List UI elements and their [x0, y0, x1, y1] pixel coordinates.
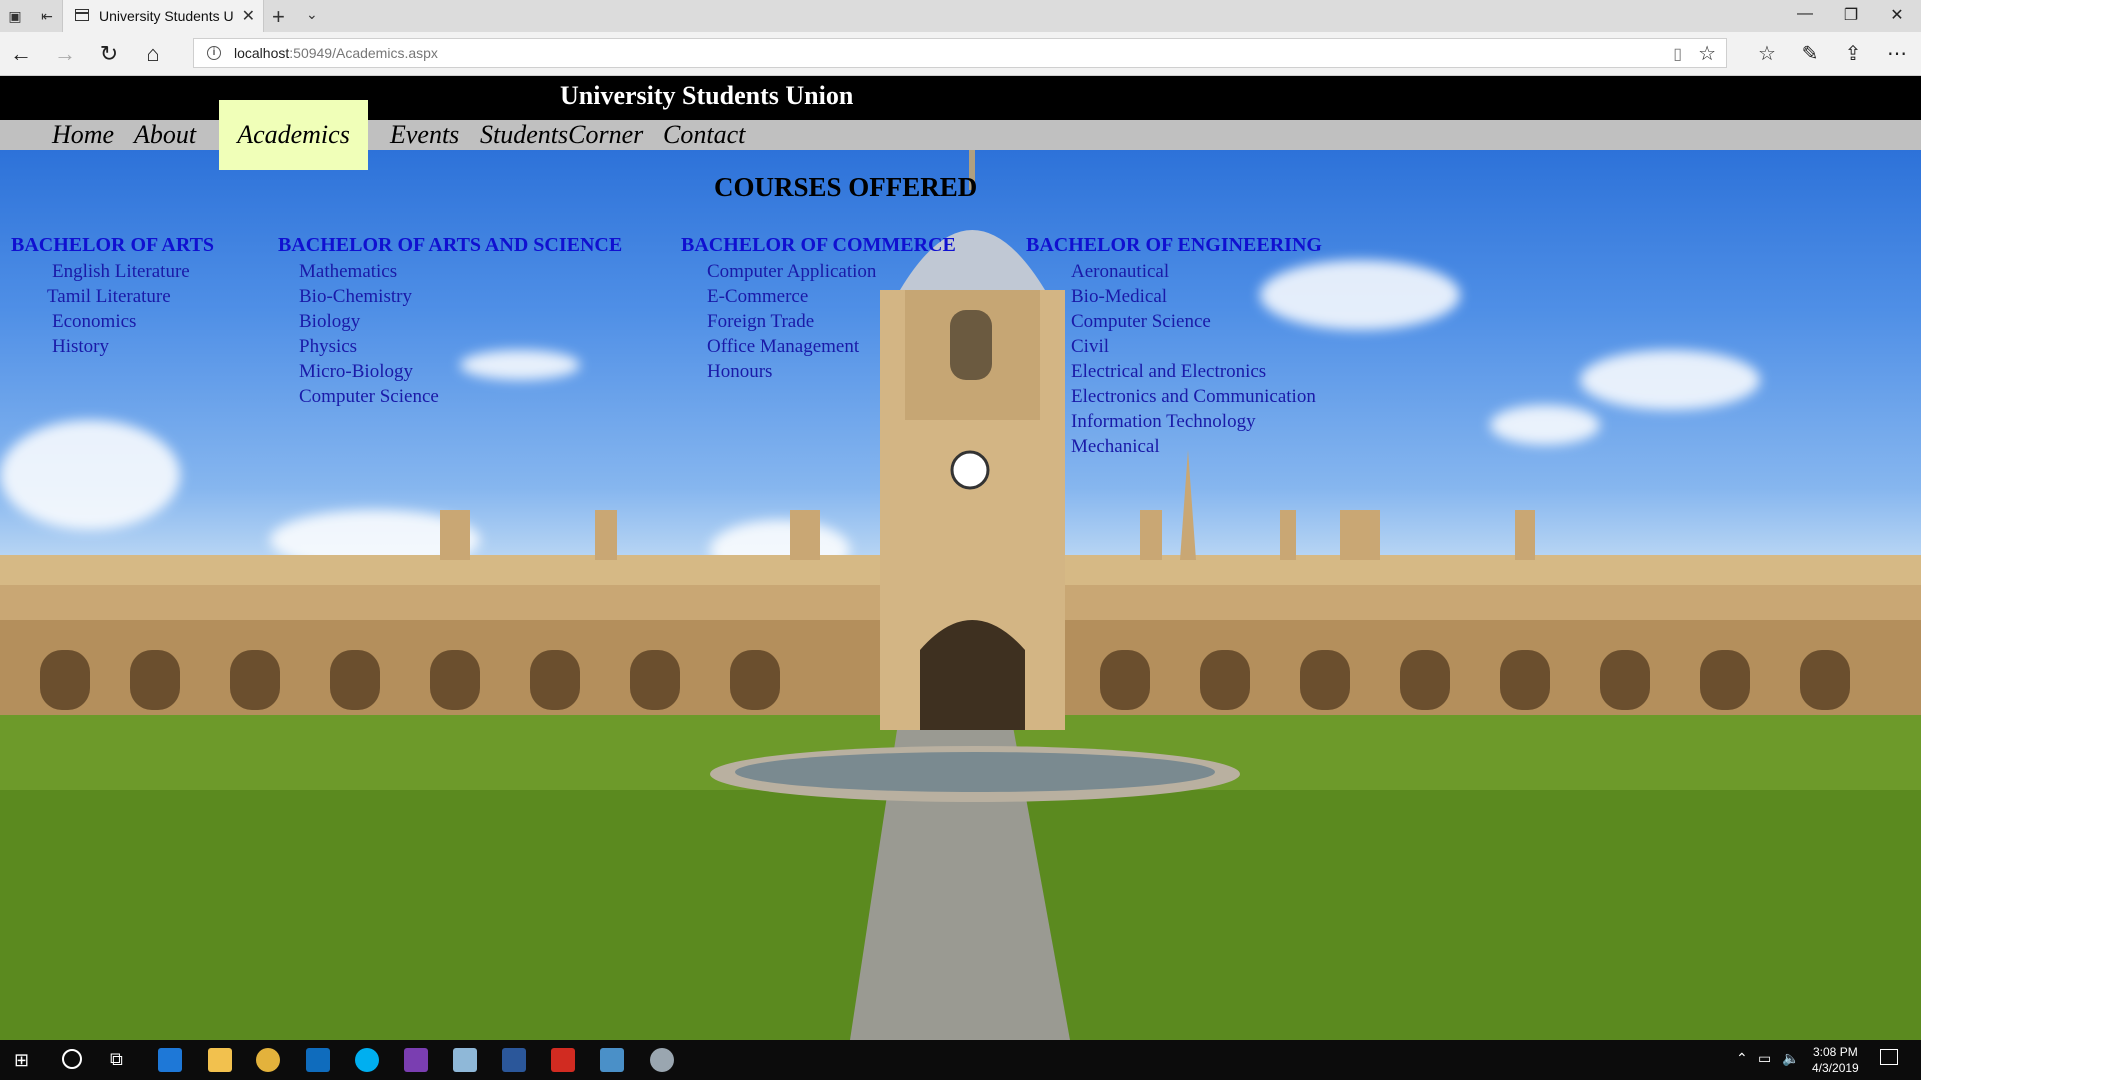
- page-icon: [75, 9, 89, 21]
- course-list-commerce: Computer Application E-Commerce Foreign …: [707, 259, 876, 384]
- course-item: Bio-Chemistry: [299, 286, 412, 307]
- skype-icon[interactable]: [355, 1048, 379, 1072]
- courses-heading: COURSES OFFERED: [714, 172, 978, 202]
- course-item: Mathematics: [299, 261, 398, 282]
- more-icon[interactable]: ⋯: [1883, 41, 1911, 66]
- course-item: English Literature: [52, 261, 190, 282]
- course-item: Information Technology: [1071, 411, 1256, 432]
- course-item: Electrical and Electronics: [1071, 361, 1267, 382]
- info-icon[interactable]: i: [207, 46, 221, 60]
- back-icon[interactable]: ←: [8, 41, 34, 67]
- forward-icon[interactable]: →: [52, 41, 78, 67]
- favorites-hub-icon[interactable]: ☆: [1753, 41, 1781, 66]
- menu-item-academics[interactable]: Academics: [219, 100, 368, 170]
- course-item: Civil: [1071, 336, 1110, 357]
- browser-titlebar: ▣ ⇤ University Students Union ✕ + ⌄ — ❐ …: [0, 0, 1921, 32]
- new-tab-icon[interactable]: +: [272, 4, 285, 30]
- remote-desktop-icon[interactable]: [600, 1048, 624, 1072]
- web-page: University Students Union Home About Aca…: [0, 76, 1921, 1040]
- cortana-icon[interactable]: [62, 1049, 82, 1069]
- course-item: Computer Application: [707, 261, 877, 282]
- course-item: Computer Science: [1071, 311, 1211, 332]
- close-tab-icon[interactable]: ✕: [242, 6, 255, 26]
- course-item: Computer Science: [299, 386, 439, 407]
- url-text[interactable]: localhost:50949/Academics.aspx: [234, 45, 438, 61]
- windows-start-icon[interactable]: ⊞: [14, 1050, 29, 1071]
- course-item: Office Management: [707, 336, 860, 357]
- menu-item-contact[interactable]: Contact: [663, 120, 745, 150]
- course-item: Physics: [299, 336, 358, 357]
- empty-area: [1921, 0, 2124, 1080]
- course-list-engineering: Aeronautical Bio-Medical Computer Scienc…: [1071, 259, 1316, 459]
- reading-view-icon[interactable]: ▯: [1673, 44, 1682, 64]
- windows-taskbar: ⊞ ⧉ ⌃ ▭ 🔈 3:08 PM 4/3/2019: [0, 1040, 1921, 1080]
- college-background-image: [0, 150, 1921, 1040]
- restore-icon[interactable]: ❐: [1836, 5, 1866, 25]
- course-item: History: [52, 336, 109, 357]
- course-item: Mechanical: [1071, 436, 1160, 457]
- home-icon[interactable]: ⌂: [140, 41, 166, 67]
- edge-icon[interactable]: [158, 1048, 182, 1072]
- degree-title-arts: BACHELOR OF ARTS: [11, 234, 215, 256]
- course-item: Micro-Biology: [299, 361, 413, 382]
- degree-title-arts-science: BACHELOR OF ARTS AND SCIENCE: [278, 234, 623, 256]
- network-icon[interactable]: ▭: [1758, 1050, 1771, 1067]
- fountain-pool: [735, 752, 1215, 792]
- tab-title: University Students Union: [99, 8, 234, 24]
- visual-studio-icon[interactable]: [404, 1048, 428, 1072]
- pen-icon[interactable]: ✎: [1796, 41, 1824, 66]
- degree-title-engineering: BACHELOR OF ENGINEERING: [1026, 234, 1322, 256]
- tower-window: [950, 310, 992, 380]
- app-icon[interactable]: [453, 1048, 477, 1072]
- refresh-icon[interactable]: ↻: [96, 41, 122, 67]
- window-close-icon[interactable]: ✕: [1882, 5, 1912, 25]
- browser-toolbar: ← → ↻ ⌂ i localhost:50949/Academics.aspx…: [0, 32, 1921, 76]
- file-explorer-icon[interactable]: [208, 1048, 232, 1072]
- share-icon[interactable]: ⇪: [1839, 41, 1867, 66]
- app-icon[interactable]: [650, 1048, 674, 1072]
- clock-face: [950, 450, 990, 490]
- course-item: Biology: [299, 311, 361, 332]
- menu-item-studentscorner[interactable]: StudentsCorner: [480, 120, 643, 150]
- site-title: University Students Union: [560, 81, 854, 110]
- gate-arch: [920, 620, 1025, 730]
- set-tabs-aside-icon[interactable]: ⇤: [38, 7, 56, 25]
- spire: [1180, 450, 1196, 560]
- word-icon[interactable]: [502, 1048, 526, 1072]
- minimize-icon[interactable]: —: [1790, 5, 1820, 23]
- tab-actions-icon[interactable]: ▣: [6, 7, 24, 25]
- volume-icon[interactable]: 🔈: [1782, 1050, 1799, 1067]
- course-item: Foreign Trade: [707, 311, 815, 332]
- url-path: :50949/Academics.aspx: [289, 45, 438, 61]
- menu-item-about[interactable]: About: [134, 120, 196, 150]
- favorite-star-icon[interactable]: ☆: [1698, 41, 1716, 66]
- menu-item-events[interactable]: Events: [390, 120, 459, 150]
- course-list-arts-science: Mathematics Bio-Chemistry Biology Physic…: [299, 259, 439, 409]
- college-illustration: [0, 150, 1921, 1040]
- chevron-up-icon[interactable]: ⌃: [1736, 1050, 1748, 1067]
- course-item: Bio-Medical: [1071, 286, 1168, 307]
- course-item: Honours: [707, 361, 773, 382]
- address-bar[interactable]: i localhost:50949/Academics.aspx ▯ ☆: [193, 38, 1727, 68]
- menu-item-home[interactable]: Home: [52, 120, 114, 150]
- course-item: E-Commerce: [707, 286, 809, 307]
- clock-time: 3:08 PM: [1813, 1045, 1858, 1059]
- course-item: Aeronautical: [1071, 261, 1170, 282]
- course-item: Tamil Literature: [47, 286, 171, 307]
- course-item: Economics: [52, 311, 137, 332]
- outlook-icon[interactable]: [306, 1048, 330, 1072]
- chrome-icon[interactable]: [256, 1048, 280, 1072]
- chevron-down-icon[interactable]: ⌄: [306, 6, 318, 23]
- url-host: localhost: [234, 45, 290, 61]
- acrobat-icon[interactable]: [551, 1048, 575, 1072]
- degree-title-commerce: BACHELOR OF COMMERCE: [681, 234, 956, 256]
- course-list-arts: English Literature Tamil Literature Econ…: [47, 259, 190, 359]
- browser-tab[interactable]: University Students Union ✕: [62, 0, 264, 32]
- system-clock[interactable]: 3:08 PM 4/3/2019: [1812, 1044, 1859, 1076]
- course-item: Electronics and Communication: [1071, 386, 1316, 407]
- notifications-icon[interactable]: [1880, 1049, 1898, 1065]
- task-view-icon[interactable]: ⧉: [110, 1049, 123, 1070]
- clock-date: 4/3/2019: [1812, 1061, 1859, 1075]
